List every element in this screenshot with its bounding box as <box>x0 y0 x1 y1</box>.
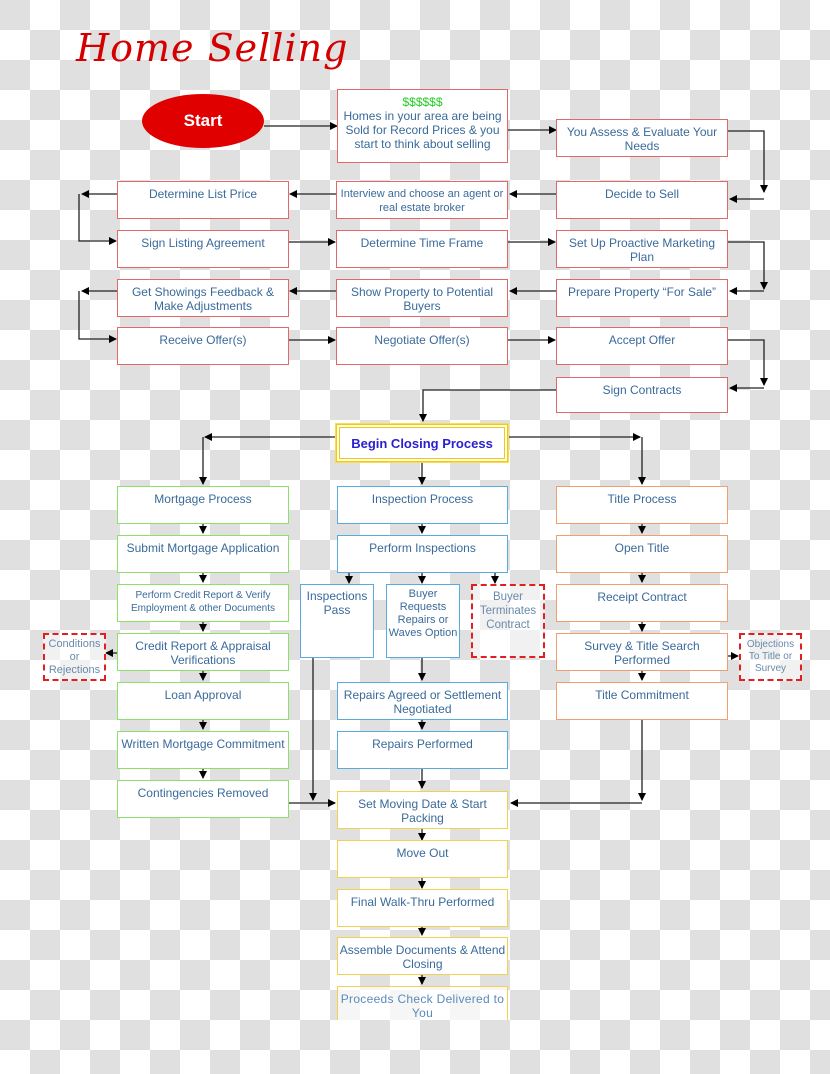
step-assess-needs: You Assess & Evaluate Your Needs <box>556 119 728 157</box>
open-title: Open Title <box>556 535 728 573</box>
perform-inspections: Perform Inspections <box>337 535 508 573</box>
step-show-property: Show Property to Potential Buyers <box>336 279 508 317</box>
conditions-or-rejections: Conditions or Rejections <box>43 633 106 681</box>
written-mortgage-commitment: Written Mortgage Commitment <box>117 731 289 769</box>
begin-closing-process: Begin Closing Process <box>335 423 509 463</box>
proceeds-check-delivered: Proceeds Check Delivered to You <box>337 986 508 1020</box>
move-out: Move Out <box>337 840 508 878</box>
intro-text: Homes in your area are being Sold for Re… <box>343 109 502 151</box>
step-determine-time-frame: Determine Time Frame <box>336 230 508 268</box>
buyer-requests-repairs: Buyer Requests Repairs or Waves Option <box>386 584 460 658</box>
title-commitment: Title Commitment <box>556 682 728 720</box>
step-marketing-plan: Set Up Proactive Marketing Plan <box>556 230 728 268</box>
buyer-terminates-contract: Buyer Terminates Contract <box>471 584 545 658</box>
objections-title-survey: Objections To Title or Survey <box>739 633 802 681</box>
step-showings-feedback: Get Showings Feedback & Make Adjustments <box>117 279 289 317</box>
credit-report-verify: Perform Credit Report & Verify Employmen… <box>117 584 289 622</box>
step-decide-to-sell: Decide to Sell <box>556 181 728 219</box>
step-receive-offers: Receive Offer(s) <box>117 327 289 365</box>
page-title: Home Selling <box>76 26 349 70</box>
mortgage-process: Mortgage Process <box>117 486 289 524</box>
loan-approval: Loan Approval <box>117 682 289 720</box>
credit-appraisal-verifications: Credit Report & Appraisal Verifications <box>117 633 289 671</box>
inspection-process: Inspection Process <box>337 486 508 524</box>
step-sign-listing-agreement: Sign Listing Agreement <box>117 230 289 268</box>
assemble-documents: Assemble Documents & Attend Closing <box>337 937 508 975</box>
final-walk-thru: Final Walk-Thru Performed <box>337 889 508 927</box>
step-sign-contracts: Sign Contracts <box>556 377 728 413</box>
submit-mortgage-application: Submit Mortgage Application <box>117 535 289 573</box>
step-determine-list-price: Determine List Price <box>117 181 289 219</box>
step-interview-agent: Interview and choose an agent or real es… <box>336 181 508 219</box>
intro-box: $$$$$$ Homes in your area are being Sold… <box>337 89 508 163</box>
step-negotiate-offers: Negotiate Offer(s) <box>336 327 508 365</box>
survey-title-search: Survey & Title Search Performed <box>556 633 728 671</box>
money-highlight: $$$$$$ <box>402 95 443 109</box>
contingencies-removed: Contingencies Removed <box>117 780 289 818</box>
inspections-pass: Inspections Pass <box>300 584 374 658</box>
repairs-performed: Repairs Performed <box>337 731 508 769</box>
set-moving-date: Set Moving Date & Start Packing <box>337 791 508 829</box>
step-accept-offer: Accept Offer <box>556 327 728 365</box>
repairs-agreed: Repairs Agreed or Settlement Negotiated <box>337 682 508 720</box>
receipt-contract: Receipt Contract <box>556 584 728 622</box>
step-prepare-property: Prepare Property “For Sale” <box>556 279 728 317</box>
title-process: Title Process <box>556 486 728 524</box>
start-node: Start <box>142 94 264 148</box>
